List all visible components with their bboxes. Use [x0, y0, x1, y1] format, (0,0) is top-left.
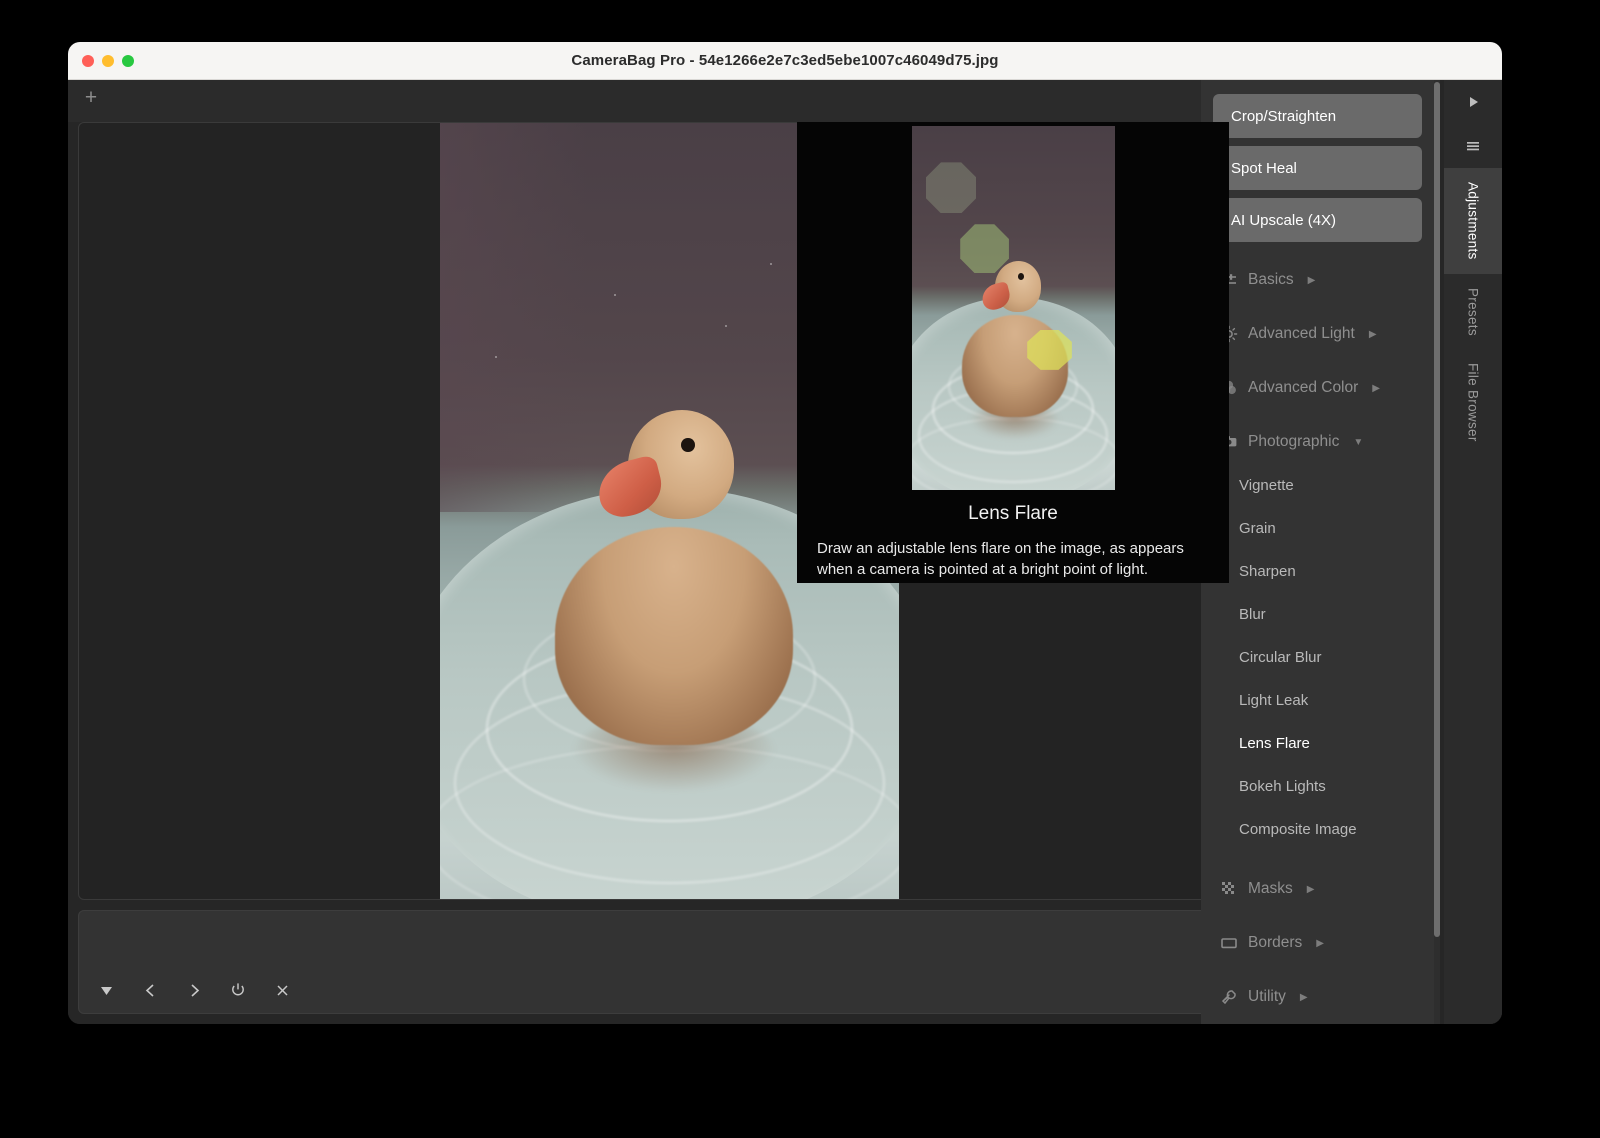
adjustment-label: Light Leak: [1239, 692, 1309, 709]
group-basics[interactable]: Basics ▶: [1213, 264, 1422, 296]
tab-adjustments[interactable]: Adjustments: [1444, 168, 1502, 274]
adjustment-grain[interactable]: Grain: [1213, 507, 1422, 550]
crop-straighten-button[interactable]: Crop/Straighten: [1213, 94, 1422, 138]
group-photographic-label: Photographic: [1248, 433, 1340, 450]
chevron-right-icon: ▶: [1372, 382, 1380, 394]
preview-photo: [911, 126, 1115, 490]
bottom-toolbar: [93, 977, 295, 1003]
rectangle-icon: [1219, 934, 1238, 953]
minimize-window-button[interactable]: [102, 54, 114, 67]
group-advanced-light[interactable]: Advanced Light ▶: [1213, 318, 1422, 350]
spot-heal-button[interactable]: Spot Heal: [1213, 146, 1422, 190]
title-bar: CameraBag Pro - 54e1266e2e7c3ed5ebe1007c…: [68, 42, 1502, 80]
crop-straighten-label: Crop/Straighten: [1231, 107, 1337, 125]
group-photographic[interactable]: Photographic ▼: [1213, 426, 1422, 458]
dropdown-triangle-icon[interactable]: [93, 977, 119, 1003]
photo-speck: [724, 325, 727, 328]
window-title: CameraBag Pro - 54e1266e2e7c3ed5ebe1007c…: [571, 52, 999, 69]
traffic-lights: [82, 42, 134, 79]
adjustment-vignette[interactable]: Vignette: [1213, 464, 1422, 507]
close-x-icon[interactable]: [269, 977, 295, 1003]
play-triangle-icon[interactable]: [1444, 80, 1502, 124]
photo-speck: [614, 293, 617, 296]
adjustment-bokeh-lights[interactable]: Bokeh Lights: [1213, 765, 1422, 808]
add-layer-icon[interactable]: +: [80, 87, 102, 110]
group-utility[interactable]: Utility ▶: [1213, 981, 1422, 1013]
adjustment-label: Bokeh Lights: [1239, 778, 1326, 795]
info-popup-title: Lens Flare: [968, 503, 1058, 524]
chevron-right-icon: ▶: [1299, 991, 1308, 1003]
adjustment-label: Circular Blur: [1239, 649, 1322, 666]
group-borders-label: Borders: [1248, 934, 1303, 951]
lens-flare-hexagon-icon: [960, 224, 1009, 274]
next-icon[interactable]: [181, 977, 207, 1003]
photo-speck: [770, 262, 773, 265]
bottom-panel: [78, 910, 1226, 1014]
adjustment-label: Vignette: [1239, 477, 1294, 494]
tab-presets[interactable]: Presets: [1444, 274, 1502, 350]
group-utility-label: Utility: [1248, 988, 1286, 1005]
checker-mask-icon: [1219, 880, 1238, 899]
lens-flare-preview-thumbnail: [911, 126, 1115, 490]
ai-upscale-button[interactable]: AI Upscale (4X): [1213, 198, 1422, 242]
spot-heal-label: Spot Heal: [1231, 159, 1297, 177]
tab-adjustments-label: Adjustments: [1465, 182, 1481, 260]
group-masks-label: Masks: [1248, 880, 1293, 897]
tab-file-browser-label: File Browser: [1465, 363, 1481, 443]
sidebar-scrollbar-thumb[interactable]: [1434, 82, 1440, 937]
group-advanced-color-label: Advanced Color: [1248, 379, 1359, 396]
canvas-top-toolbar: +: [68, 80, 1228, 122]
group-advanced-light-label: Advanced Light: [1248, 325, 1355, 342]
reset-power-icon[interactable]: [225, 977, 251, 1003]
adjustment-lens-flare[interactable]: Lens Flare: [1213, 722, 1422, 765]
previous-icon[interactable]: [137, 977, 163, 1003]
adjustment-label: Composite Image: [1239, 821, 1357, 838]
lens-flare-hexagon-icon: [925, 162, 977, 214]
adjustment-sharpen[interactable]: Sharpen: [1213, 550, 1422, 593]
adjustment-label: Blur: [1239, 606, 1266, 623]
ai-upscale-label: AI Upscale (4X): [1231, 211, 1337, 229]
app-body: + Lens Flare Draw an adjustable lens fla…: [68, 80, 1502, 1024]
zoom-window-button[interactable]: [122, 54, 134, 67]
right-tab-rail: Adjustments Presets File Browser: [1444, 80, 1502, 1024]
hamburger-menu-icon[interactable]: [1444, 124, 1502, 168]
chevron-right-icon: ▶: [1316, 937, 1324, 949]
duckling-body: [554, 527, 794, 745]
group-borders[interactable]: Borders ▶: [1213, 927, 1422, 959]
group-basics-label: Basics: [1248, 271, 1294, 288]
app-window: CameraBag Pro - 54e1266e2e7c3ed5ebe1007c…: [68, 42, 1502, 1024]
chevron-down-icon: ▼: [1353, 436, 1364, 448]
lens-flare-hexagon-icon: [1027, 329, 1072, 370]
adjustment-label: Lens Flare: [1239, 735, 1310, 752]
group-masks[interactable]: Masks ▶: [1213, 873, 1422, 905]
adjustment-blur[interactable]: Blur: [1213, 593, 1422, 636]
chevron-right-icon: ▶: [1368, 328, 1377, 340]
lens-flare-info-popup: Lens Flare Draw an adjustable lens flare…: [797, 122, 1229, 583]
adjustment-label: Grain: [1239, 520, 1276, 537]
chevron-right-icon: ▶: [1306, 883, 1315, 895]
tab-presets-label: Presets: [1465, 287, 1481, 336]
wrench-icon: [1219, 988, 1238, 1007]
adjustment-label: Sharpen: [1239, 563, 1296, 580]
adjustments-sidebar: Crop/Straighten Spot Heal AI Upscale (4X…: [1201, 80, 1434, 1024]
chevron-right-icon: ▶: [1307, 274, 1316, 286]
info-popup-description: Draw an adjustable lens flare on the ima…: [817, 540, 1184, 579]
adjustment-circular-blur[interactable]: Circular Blur: [1213, 636, 1422, 679]
group-advanced-color[interactable]: Advanced Color ▶: [1213, 372, 1422, 404]
photo-wall-shadow: [440, 123, 587, 512]
close-window-button[interactable]: [82, 54, 94, 67]
tab-file-browser[interactable]: File Browser: [1444, 349, 1502, 456]
adjustment-composite-image[interactable]: Composite Image: [1213, 808, 1422, 851]
adjustment-light-leak[interactable]: Light Leak: [1213, 679, 1422, 722]
